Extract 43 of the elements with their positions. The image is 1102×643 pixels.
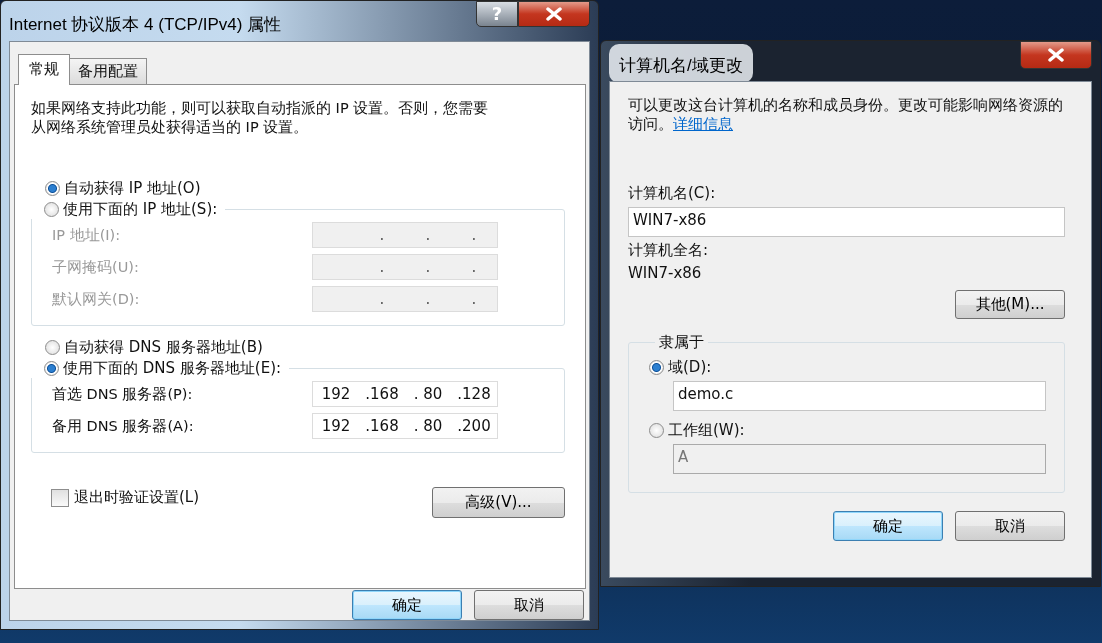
computer-name-field[interactable]: WIN7-x86: [628, 207, 1065, 237]
close-button[interactable]: [1020, 41, 1092, 69]
close-icon: [1047, 48, 1065, 62]
cancel-button[interactable]: 取消: [474, 590, 584, 620]
field-label: 计算机名(C):: [628, 184, 717, 203]
group-title: 隶属于: [659, 333, 704, 351]
radio-button[interactable]: [45, 340, 60, 355]
tab[interactable]: 常规: [18, 54, 70, 85]
radio-label: 自动获得 IP 地址(O): [64, 179, 201, 198]
field-label: 子网掩码(U):: [52, 257, 139, 277]
tab[interactable]: 备用配置: [69, 58, 147, 84]
close-icon: [545, 7, 563, 21]
checkbox-label: 退出时验证设置(L): [74, 488, 200, 507]
field-label: 计算机全名:: [628, 241, 710, 260]
radio-button[interactable]: [44, 202, 59, 217]
ok-button[interactable]: 确定: [352, 590, 462, 620]
radio-button[interactable]: [44, 361, 59, 376]
field-label: 首选 DNS 服务器(P):: [52, 384, 193, 404]
full-computer-name: WIN7-x86: [628, 264, 703, 282]
cancel-button[interactable]: 取消: [955, 511, 1065, 541]
radio-label: 域(D):: [668, 358, 712, 377]
description-text: 可以更改这台计算机的名称和成员身份。更改可能影响网络资源的访问。详细信息: [628, 96, 1064, 134]
radio-button[interactable]: [649, 360, 664, 375]
other-button[interactable]: 其他(M)...: [955, 290, 1065, 319]
description-text: 如果网络支持此功能，则可以获取自动指派的 IP 设置。否则，您需要从网络系统管理员处获得适当的 IP 设置。: [31, 99, 490, 137]
close-button[interactable]: [518, 1, 590, 27]
advanced-button[interactable]: 高级(V)...: [432, 487, 565, 518]
radio-button[interactable]: [45, 181, 60, 196]
window-title: 计算机名/域更改: [609, 44, 753, 83]
radio-label: 工作组(W):: [668, 421, 745, 440]
domain-field[interactable]: demo.c: [673, 381, 1046, 411]
ok-button[interactable]: 确定: [833, 511, 943, 541]
checkbox[interactable]: [51, 488, 69, 507]
field-label: IP 地址(I):: [52, 225, 121, 245]
ip-address-field[interactable]: 192 .168 . 80 .128: [312, 381, 498, 407]
radio-label: 自动获得 DNS 服务器地址(B): [64, 338, 263, 357]
field-label: 默认网关(D):: [52, 289, 140, 309]
radio-label: 使用下面的 IP 地址(S):: [63, 200, 218, 219]
details-link[interactable]: 详细信息: [673, 115, 733, 133]
window-title: Internet 协议版本 4 (TCP/IPv4) 属性: [9, 14, 282, 36]
radio-label: 使用下面的 DNS 服务器地址(E):: [63, 359, 282, 378]
field-label: 备用 DNS 服务器(A):: [52, 416, 194, 436]
ip-address-field[interactable]: 192 .168 . 80 .200: [312, 413, 498, 439]
